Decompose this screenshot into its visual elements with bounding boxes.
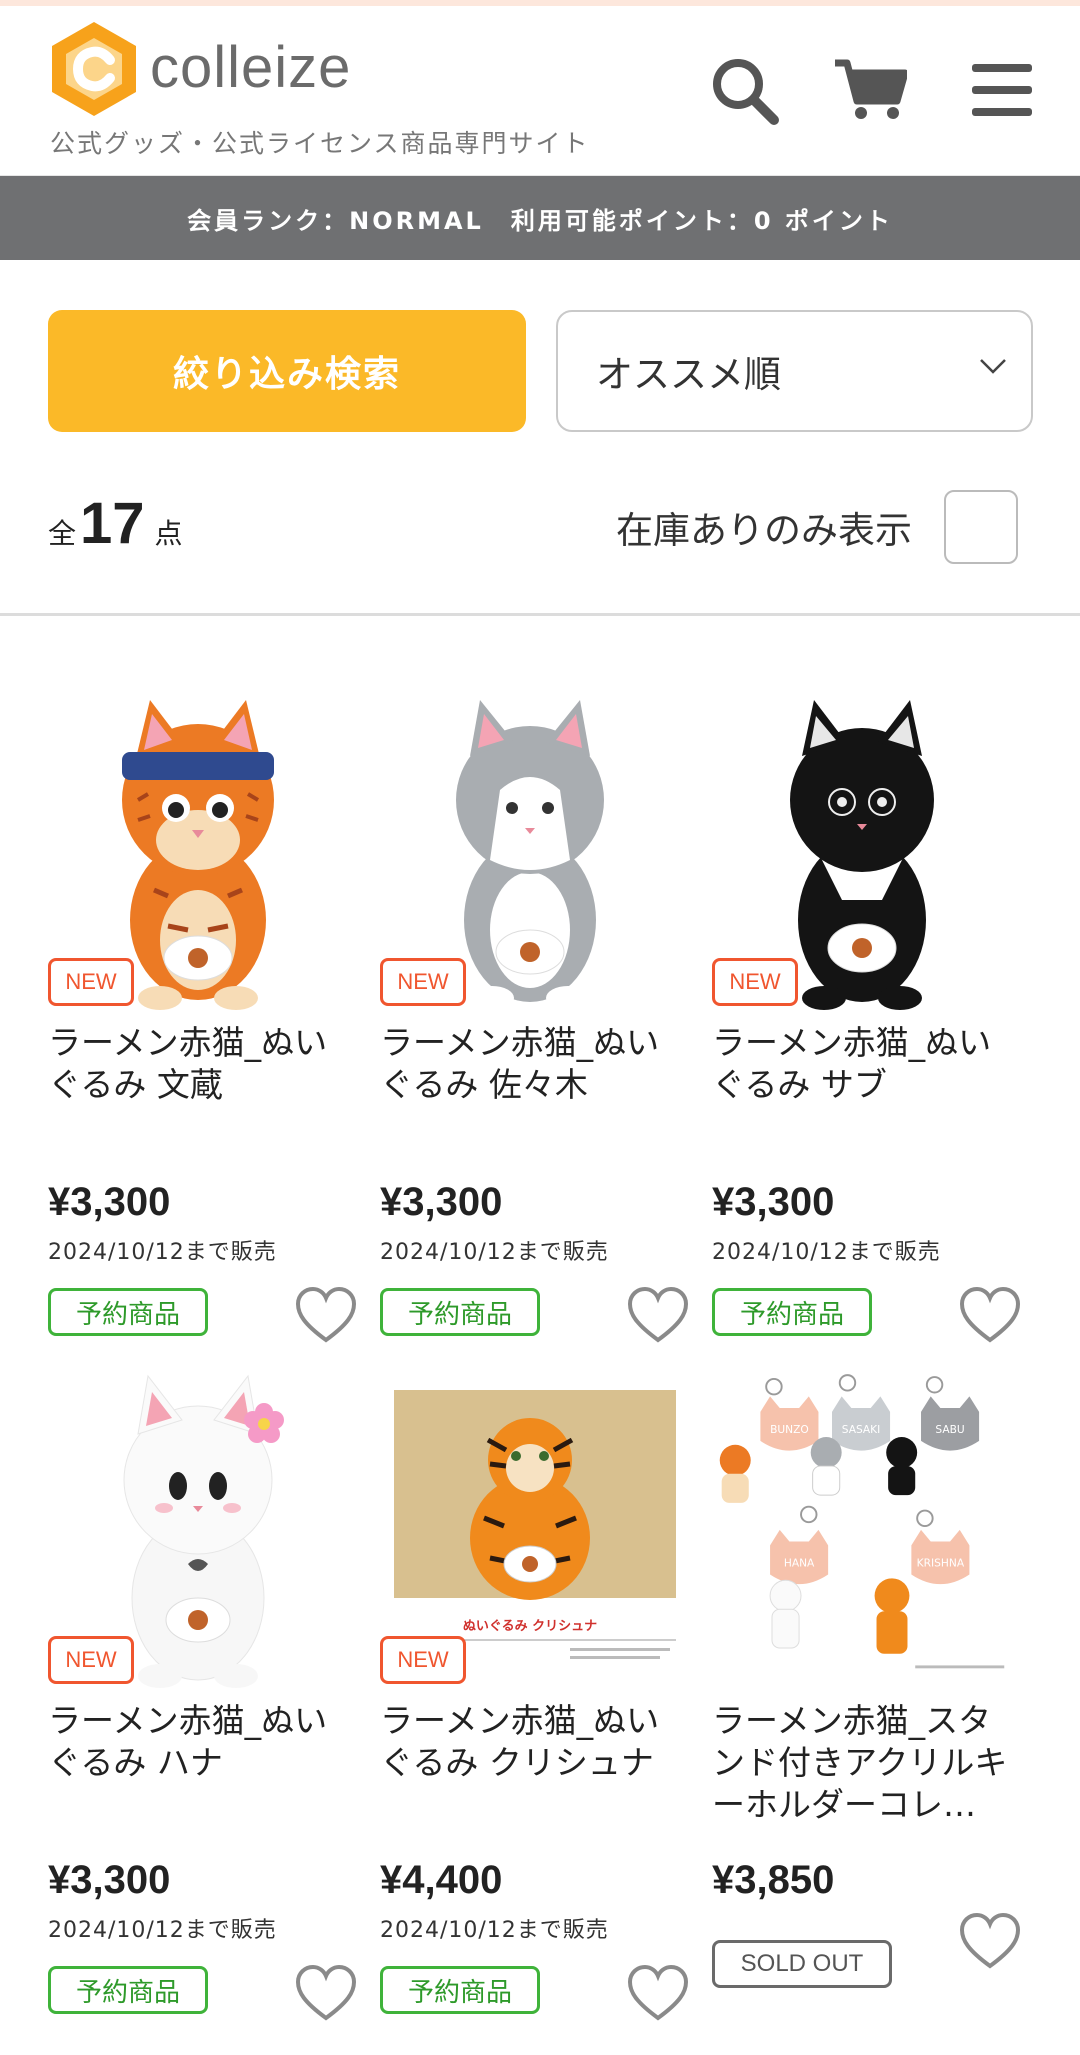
cart-icon[interactable] [830,50,910,130]
favorite-heart-icon[interactable] [626,1286,690,1346]
preorder-badge: 予約商品 [712,1288,872,1336]
product-name[interactable]: ラーメン赤猫_ぬいぐるみ サブ [712,1022,1012,1148]
search-icon[interactable] [704,50,784,130]
new-badge: NEW [380,958,466,1006]
product-name[interactable]: ラーメン赤猫_ぬいぐるみ 文蔵 [48,1022,348,1148]
sort-select[interactable]: オススメ順 [556,310,1033,432]
keychain-label: KRISHNA [917,1557,965,1570]
preorder-badge: 予約商品 [380,1288,540,1336]
product-price: ¥3,300 [48,1858,171,1902]
preorder-badge: 予約商品 [48,1288,208,1336]
chevron-down-icon [980,359,1006,374]
member-status-bar: 会員ランク：NORMAL 利用可能ポイント：0 ポイント [0,176,1080,260]
image-caption: ぬいぐるみ クリシュナ [463,1619,597,1634]
favorite-heart-icon[interactable] [626,1964,690,2024]
preorder-badge: 予約商品 [380,1966,540,2014]
favorite-heart-icon[interactable] [294,1964,358,2024]
product-price: ¥3,300 [48,1180,171,1224]
new-badge: NEW [48,958,134,1006]
count-prefix: 全 [48,517,77,550]
colleize-logo-icon[interactable] [50,20,138,118]
preorder-badge: 予約商品 [48,1966,208,2014]
site-header: colleize 公式グッズ・公式ライセンス商品専門サイト [0,6,1080,176]
in-stock-only-checkbox[interactable] [944,490,1018,564]
count-suffix: 点 [154,517,183,550]
product-name[interactable]: ラーメン赤猫_スタンド付きアクリルキーホルダーコレ… [712,1700,1012,1826]
new-badge: NEW [380,1636,466,1684]
keychain-label: BUNZO [770,1423,809,1436]
product-name[interactable]: ラーメン赤猫_ぬいぐるみ 佐々木 [380,1022,680,1148]
result-count: 全 17 点 [48,490,183,557]
keychain-label: HANA [784,1557,815,1570]
product-price: ¥3,300 [712,1180,835,1224]
divider [0,613,1080,616]
product-name[interactable]: ラーメン赤猫_ぬいぐるみ クリシュナ [380,1700,680,1826]
favorite-heart-icon[interactable] [294,1286,358,1346]
filter-search-button[interactable]: 絞り込み検索 [48,310,526,432]
brand-name[interactable]: colleize [150,34,351,101]
sale-end-date: 2024/10/12まで販売 [712,1240,941,1265]
in-stock-only-label: 在庫ありのみ表示 [616,509,912,552]
keychain-label: SASAKI [842,1423,881,1436]
sale-end-date: 2024/10/12まで販売 [48,1918,277,1943]
favorite-heart-icon[interactable] [958,1286,1022,1346]
product-price: ¥4,400 [380,1858,503,1902]
keychain-label: SABU [935,1423,964,1436]
sold-out-badge: SOLD OUT [712,1940,892,1988]
site-tagline: 公式グッズ・公式ライセンス商品専門サイト [50,129,590,158]
new-badge: NEW [48,1636,134,1684]
sale-end-date: 2024/10/12まで販売 [48,1240,277,1265]
menu-icon[interactable] [962,50,1042,130]
sort-select-value: オススメ順 [596,353,781,396]
new-badge: NEW [712,958,798,1006]
product-price: ¥3,850 [712,1858,835,1902]
favorite-heart-icon[interactable] [958,1912,1022,1972]
product-image[interactable]: BUNZO SASAKI SABU HANA KRISHNA [712,1368,1012,1688]
sale-end-date: 2024/10/12まで販売 [380,1240,609,1265]
count-value: 17 [80,491,145,556]
sale-end-date: 2024/10/12まで販売 [380,1918,609,1943]
product-price: ¥3,300 [380,1180,503,1224]
product-name[interactable]: ラーメン赤猫_ぬいぐるみ ハナ [48,1700,348,1826]
